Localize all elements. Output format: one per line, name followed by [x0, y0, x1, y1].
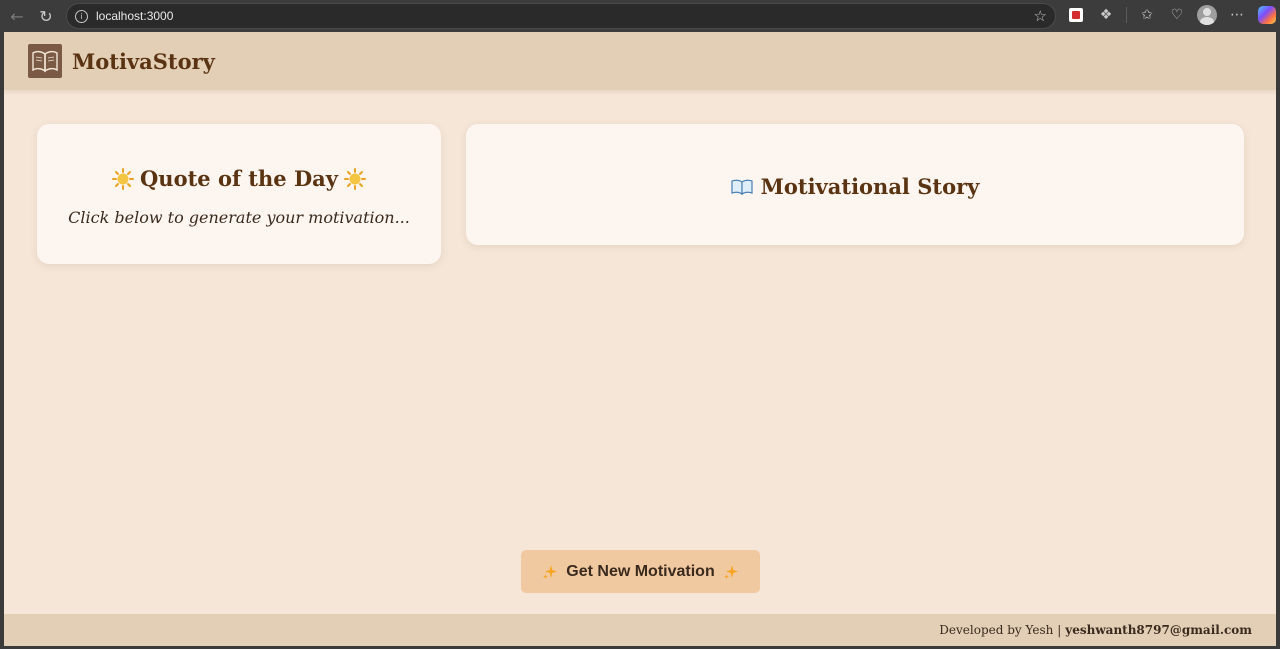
get-new-motivation-label: Get New Motivation	[566, 562, 715, 580]
extensions-puzzle-icon[interactable]: ❖	[1096, 4, 1116, 26]
browser-toolbar: ← ↻ i localhost:3000 ☆ ❖ ✩ ♡ ⋯	[0, 0, 1280, 32]
get-new-motivation-button[interactable]: Get New Motivation	[521, 550, 760, 593]
quote-of-the-day-card: Quote of the Day Click below to generate…	[37, 124, 441, 264]
url-text: localhost:3000	[96, 9, 174, 23]
quote-heading-text: Quote of the Day	[140, 166, 338, 191]
motivational-story-card: Motivational Story	[466, 124, 1244, 245]
copilot-icon[interactable]	[1257, 4, 1277, 26]
favorites-icon[interactable]: ✩	[1137, 4, 1157, 26]
browser-essentials-icon[interactable]: ♡	[1167, 4, 1187, 26]
sparkles-icon	[543, 564, 558, 579]
quote-card-heading: Quote of the Day	[37, 164, 441, 191]
app-title: MotivaStory	[72, 48, 215, 74]
footer-email: yeshwanth8797@gmail.com	[1065, 623, 1252, 637]
open-book-emoji-icon	[731, 179, 753, 195]
sun-emoji-icon	[112, 167, 135, 190]
back-arrow-icon[interactable]: ←	[6, 5, 28, 27]
address-bar[interactable]: i localhost:3000 ☆	[66, 3, 1056, 29]
quote-placeholder-text: Click below to generate your motivation.…	[68, 208, 410, 227]
story-card-heading: Motivational Story	[466, 172, 1244, 199]
reload-icon[interactable]: ↻	[35, 5, 57, 27]
page-viewport: MotivaStory Quote of the Day Click below…	[4, 32, 1276, 646]
app-footer: Developed by Yesh | yeshwanth8797@gmail.…	[4, 614, 1276, 646]
story-heading-text: Motivational Story	[760, 174, 980, 199]
more-options-icon[interactable]: ⋯	[1227, 4, 1247, 26]
favorite-star-icon[interactable]: ☆	[1034, 7, 1047, 25]
footer-developer-text: Developed by Yesh |	[939, 623, 1062, 637]
app-header: MotivaStory	[4, 32, 1276, 90]
toolbar-divider	[1126, 7, 1127, 23]
open-book-icon	[28, 44, 62, 78]
sun-emoji-icon	[343, 167, 366, 190]
info-icon[interactable]: i	[75, 9, 88, 23]
sparkles-icon	[723, 564, 738, 579]
extension-pocket-icon[interactable]	[1066, 4, 1086, 26]
profile-avatar-icon[interactable]	[1197, 4, 1217, 26]
